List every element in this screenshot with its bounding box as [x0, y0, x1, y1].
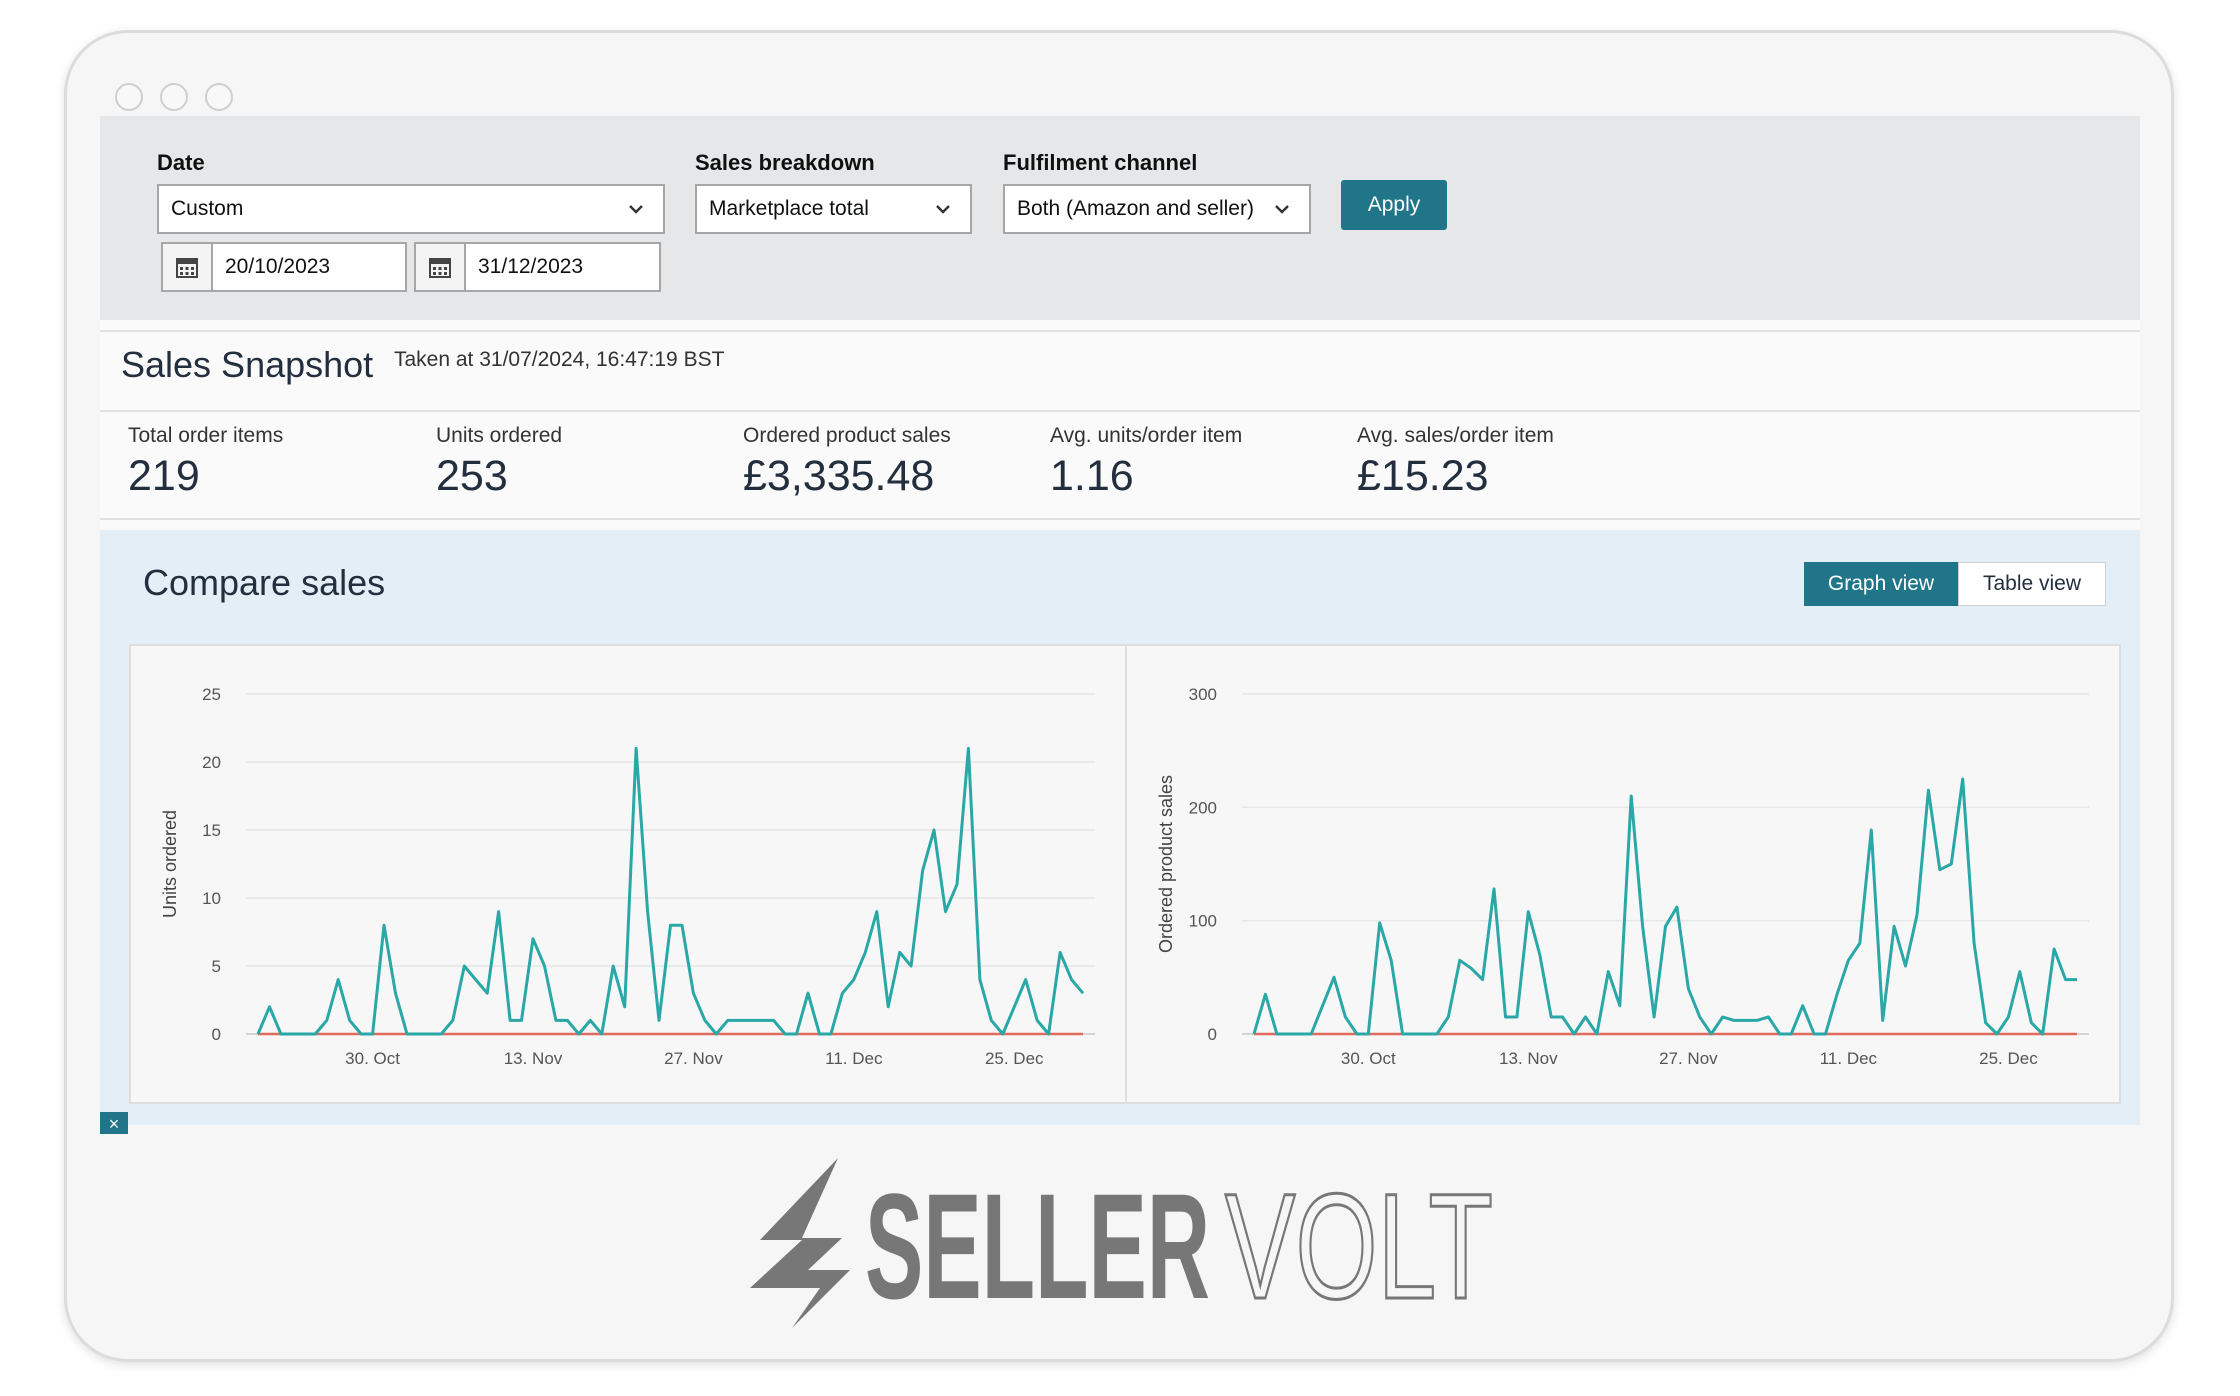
fulfilment-channel-select[interactable]: Both (Amazon and seller) [1003, 184, 1311, 234]
svg-text:SELLER: SELLER [865, 1162, 1210, 1330]
y-tick-label: 0 [1208, 1025, 1217, 1044]
y-tick-label: 10 [202, 889, 221, 908]
bolt-icon [750, 1158, 850, 1328]
y-tick-label: 100 [1189, 912, 1217, 931]
calendar-icon[interactable] [163, 244, 213, 290]
compare-sales-panel: Compare sales Graph view Table view 0 5 10… [100, 530, 2140, 1134]
x-tick-label: 30. Oct [1341, 1049, 1396, 1068]
x-tick-label: 11. Dec [825, 1049, 883, 1068]
units-ordered-chart: 0 5 10 15 20 25 30. Oct 13. Nov 27. Nov 11. Dec 25… [160, 685, 1095, 1068]
fulfilment-channel-value: Both (Amazon and seller) [1017, 197, 1254, 220]
table-view-button[interactable]: Table view [1958, 562, 2106, 606]
close-panel-button[interactable]: × [100, 1112, 128, 1134]
window-minimize-dot[interactable] [160, 83, 188, 111]
metric-label: Avg. sales/order item [1357, 424, 1554, 447]
date-label: Date [157, 150, 205, 175]
metric-label: Total order items [128, 424, 284, 447]
window-maximize-dot[interactable] [205, 83, 233, 111]
y-tick-label: 5 [212, 957, 221, 976]
metric-value: £3,335.48 [743, 452, 935, 500]
y-axis-label: Ordered product sales [1156, 775, 1176, 953]
y-tick-label: 200 [1189, 798, 1217, 817]
start-date-value: 20/10/2023 [225, 255, 331, 278]
y-tick-label: 15 [202, 821, 221, 840]
window-close-dot[interactable] [115, 83, 143, 111]
app-content: Date Custom 20/10/2023 31/12/2023 Sales … [100, 116, 2140, 1134]
charts-container: 0 5 10 15 20 25 30. Oct 13. Nov 27. Nov 11. Dec 25… [129, 644, 2121, 1104]
series-line-current [1252, 777, 2077, 1036]
svg-text:VOLT: VOLT [1225, 1162, 1493, 1330]
graph-view-button[interactable]: Graph view [1804, 562, 1958, 606]
sellervolt-logo: SELLER VOLT [750, 1158, 1495, 1332]
chevron-down-icon [629, 205, 643, 214]
end-date-value: 31/12/2023 [478, 255, 584, 278]
metric-avg-sales-per-order-item: Avg. sales/order item £15.23 [1357, 424, 1554, 501]
x-tick-label: 25. Dec [985, 1049, 1044, 1068]
y-tick-label: 0 [212, 1025, 221, 1044]
metric-label: Ordered product sales [743, 424, 951, 447]
compare-sales-title: Compare sales [143, 562, 386, 603]
snapshot-timestamp: Taken at 31/07/2024, 16:47:19 BST [394, 348, 725, 371]
filter-bar: Date Custom 20/10/2023 31/12/2023 Sales … [100, 116, 2140, 320]
metric-value: 219 [128, 452, 200, 500]
start-date-field[interactable]: 20/10/2023 [161, 242, 407, 292]
x-tick-label: 11. Dec [1820, 1049, 1878, 1068]
apply-button[interactable]: Apply [1341, 180, 1447, 230]
y-tick-label: 300 [1189, 685, 1217, 704]
ordered-product-sales-chart: 0 100 200 300 30. Oct 13. Nov 27. Nov 11. Dec 25… [1156, 685, 2089, 1068]
metric-label: Avg. units/order item [1050, 424, 1243, 447]
x-tick-label: 13. Nov [1499, 1049, 1558, 1068]
x-tick-label: 27. Nov [1659, 1049, 1718, 1068]
end-date-field[interactable]: 31/12/2023 [414, 242, 661, 292]
snapshot-title: Sales Snapshot [121, 344, 374, 385]
x-tick-label: 27. Nov [664, 1049, 723, 1068]
metric-ordered-product-sales: Ordered product sales £3,335.48 [743, 424, 951, 501]
date-select[interactable]: Custom [157, 184, 665, 234]
metric-value: 1.16 [1050, 452, 1134, 500]
y-tick-label: 20 [202, 753, 221, 772]
sales-breakdown-label: Sales breakdown [695, 150, 875, 175]
date-select-value: Custom [171, 197, 244, 220]
y-axis-label: Units ordered [160, 810, 180, 918]
metric-units-ordered: Units ordered 253 [436, 424, 562, 501]
metric-value: £15.23 [1357, 452, 1489, 500]
snapshot-metrics: Total order items 219 Units ordered 253 … [100, 410, 2140, 520]
y-tick-label: 25 [202, 685, 221, 704]
chevron-down-icon [936, 205, 950, 214]
metric-total-order-items: Total order items 219 [128, 424, 283, 501]
fulfilment-channel-label: Fulfilment channel [1003, 150, 1198, 175]
x-tick-label: 25. Dec [1979, 1049, 2038, 1068]
x-tick-label: 30. Oct [345, 1049, 400, 1068]
metric-value: 253 [436, 452, 508, 500]
chevron-down-icon [1275, 205, 1289, 214]
sales-breakdown-value: Marketplace total [709, 197, 869, 220]
calendar-icon[interactable] [416, 244, 466, 290]
metric-avg-units-per-order-item: Avg. units/order item 1.16 [1050, 424, 1242, 501]
metric-label: Units ordered [436, 424, 563, 447]
series-line-current [256, 746, 1085, 1036]
sales-breakdown-select[interactable]: Marketplace total [695, 184, 972, 234]
x-tick-label: 13. Nov [504, 1049, 563, 1068]
